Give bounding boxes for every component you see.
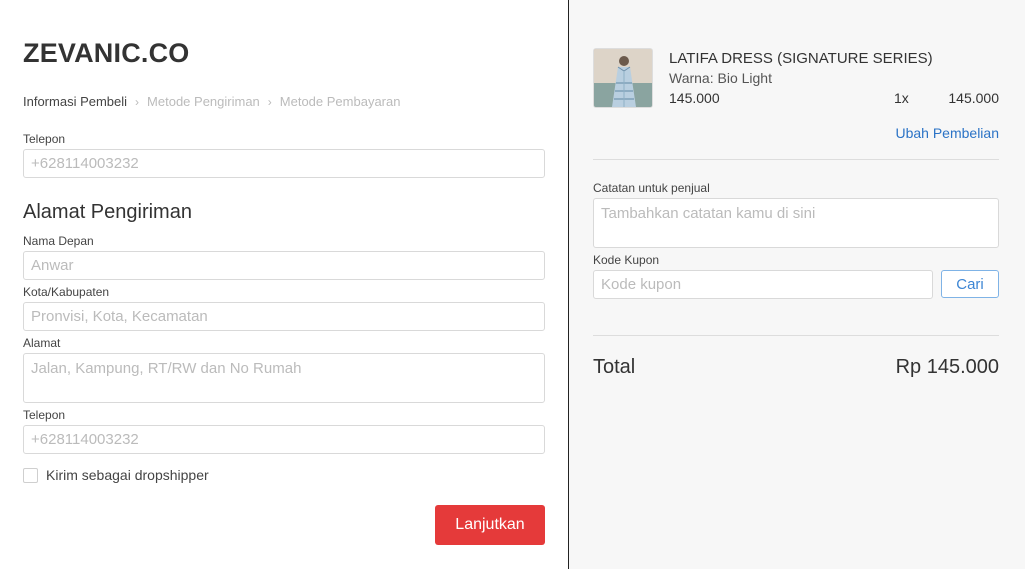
first-name-input[interactable] [23, 251, 545, 280]
dress-image-icon [594, 49, 652, 107]
coupon-search-button[interactable]: Cari [941, 270, 999, 298]
summary-divider [593, 159, 999, 160]
dropshipper-checkbox[interactable] [23, 468, 38, 483]
seller-notes-textarea[interactable] [593, 198, 999, 248]
coupon-input[interactable] [593, 270, 933, 299]
breadcrumb-step-buyer-info[interactable]: Informasi Pembeli [23, 94, 127, 109]
first-name-label: Nama Depan [23, 234, 94, 248]
chevron-right-icon: › [267, 94, 272, 109]
product-price: 145.000 [669, 90, 720, 106]
total-label: Total [593, 356, 636, 378]
continue-button[interactable]: Lanjutkan [435, 505, 545, 545]
coupon-label: Kode Kupon [593, 253, 660, 267]
address-label: Alamat [23, 336, 61, 350]
shipping-phone-input[interactable] [23, 425, 545, 454]
seller-notes-label: Catatan untuk penjual [593, 181, 710, 195]
brand-logo[interactable]: ZEVANIC.CO [23, 38, 190, 69]
order-summary-panel: LATIFA DRESS (SIGNATURE SERIES) Warna: B… [569, 0, 1025, 569]
city-label: Kota/Kabupaten [23, 285, 110, 299]
total-value: Rp 145.000 [895, 356, 999, 378]
contact-phone-label: Telepon [23, 132, 66, 146]
product-variant: Warna: Bio Light [669, 70, 772, 86]
breadcrumb: Informasi Pembeli › Metode Pengiriman › … [23, 94, 400, 109]
dropshipper-label[interactable]: Kirim sebagai dropshipper [46, 467, 209, 483]
total-divider [593, 335, 999, 336]
contact-phone-input[interactable] [23, 149, 545, 178]
checkout-form-panel: ZEVANIC.CO Informasi Pembeli › Metode Pe… [0, 0, 568, 569]
product-quantity: 1x [894, 90, 909, 106]
shipping-address-title: Alamat Pengiriman [23, 201, 192, 223]
product-name: LATIFA DRESS (SIGNATURE SERIES) [669, 50, 933, 67]
breadcrumb-step-shipping-method: Metode Pengiriman [147, 94, 260, 109]
breadcrumb-step-payment-method: Metode Pembayaran [279, 94, 401, 109]
chevron-right-icon: › [135, 94, 140, 109]
product-thumbnail [593, 48, 653, 108]
city-input[interactable] [23, 302, 545, 331]
address-textarea[interactable] [23, 353, 545, 403]
product-subtotal: 145.000 [948, 90, 999, 106]
shipping-phone-label: Telepon [23, 408, 66, 422]
change-order-link[interactable]: Ubah Pembelian [895, 125, 999, 141]
